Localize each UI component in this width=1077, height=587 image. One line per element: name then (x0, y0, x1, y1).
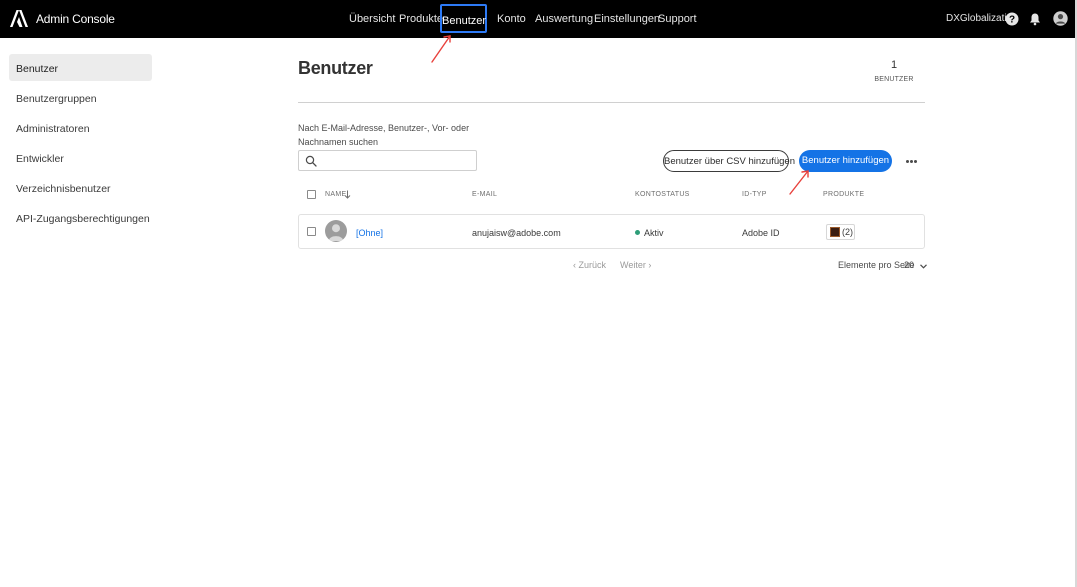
select-all-checkbox[interactable] (307, 190, 316, 199)
column-header-email: E-MAIL (472, 191, 498, 198)
adobe-logo-icon[interactable] (10, 10, 28, 27)
column-header-id-type: ID-TYP (742, 191, 767, 198)
top-navigation-bar: Admin Console Übersicht Produkte Benutze… (0, 0, 1077, 38)
search-input[interactable] (321, 153, 471, 168)
add-user-button[interactable]: Benutzer hinzufügen (799, 150, 892, 172)
avatar (325, 220, 347, 242)
add-users-csv-button[interactable]: Benutzer über CSV hinzufügen (663, 150, 795, 172)
svg-text:?: ? (1009, 15, 1015, 26)
user-placeholder-icon (328, 224, 344, 241)
app-title[interactable]: Admin Console (36, 12, 115, 26)
nav-users[interactable]: Benutzer (440, 4, 487, 33)
search-field[interactable] (298, 150, 477, 171)
items-per-page-value: 20 (904, 260, 915, 270)
nav-reports[interactable]: Auswertung (535, 13, 593, 25)
annotation-arrow-nav (431, 35, 451, 63)
nav-overview[interactable]: Übersicht (349, 13, 395, 25)
chevron-down-icon (919, 264, 927, 269)
search-label: Nach E-Mail-Adresse, Benutzer-, Vor- ode… (298, 123, 470, 147)
sidebar-item-api-credentials[interactable]: API-Zugangsberechtigungen (9, 204, 152, 231)
header-divider (298, 102, 925, 103)
bell-icon[interactable] (1028, 12, 1042, 26)
user-count-value: 1 (890, 59, 898, 71)
sidebar-item-administrators[interactable]: Administratoren (9, 114, 152, 141)
pagination-previous-label: Zurück (578, 260, 607, 270)
page-title: Benutzer (298, 58, 373, 78)
column-header-status: KONTOSTATUS (635, 191, 690, 198)
user-status: Aktiv (644, 228, 664, 238)
pagination-previous[interactable]: ‹ Zurück (573, 260, 606, 270)
sidebar-item-user-groups[interactable]: Benutzergruppen (9, 84, 152, 111)
user-avatar-icon[interactable] (1053, 11, 1068, 26)
nav-support[interactable]: Support (658, 13, 697, 25)
products-count: (2) (842, 227, 853, 237)
pagination-next-label: Weiter (620, 260, 646, 270)
search-icon (305, 155, 317, 167)
items-per-page-select[interactable]: 20 (904, 260, 927, 270)
chevron-right-icon: › (645, 260, 652, 270)
sidebar-item-developers[interactable]: Entwickler (9, 144, 152, 171)
products-badge[interactable]: (2) (826, 224, 855, 240)
nav-products[interactable]: Produkte (399, 13, 443, 25)
nav-settings[interactable]: Einstellungen (594, 13, 660, 25)
sidebar-item-directory-users[interactable]: Verzeichnisbenutzer (9, 174, 152, 201)
user-count-label: BENUTZER (874, 76, 914, 83)
column-header-products: PRODUKTE (823, 191, 865, 198)
annotation-arrow-add-button (789, 170, 809, 195)
sort-descending-icon[interactable] (344, 190, 351, 199)
row-checkbox[interactable] (307, 227, 316, 236)
pagination-next[interactable]: Weiter › (620, 260, 651, 270)
help-icon[interactable]: ? (1005, 12, 1019, 26)
sidebar: Benutzer Benutzergruppen Administratoren… (0, 38, 162, 587)
status-active-indicator (635, 230, 640, 235)
product-icon (830, 227, 840, 237)
user-email: anujaisw@adobe.com (472, 228, 561, 238)
user-name-link[interactable]: [Ohne] (356, 228, 383, 238)
user-id-type: Adobe ID (742, 228, 780, 238)
sidebar-item-users[interactable]: Benutzer (9, 54, 152, 81)
more-actions-icon[interactable] (903, 153, 920, 169)
nav-account[interactable]: Konto (497, 13, 526, 25)
